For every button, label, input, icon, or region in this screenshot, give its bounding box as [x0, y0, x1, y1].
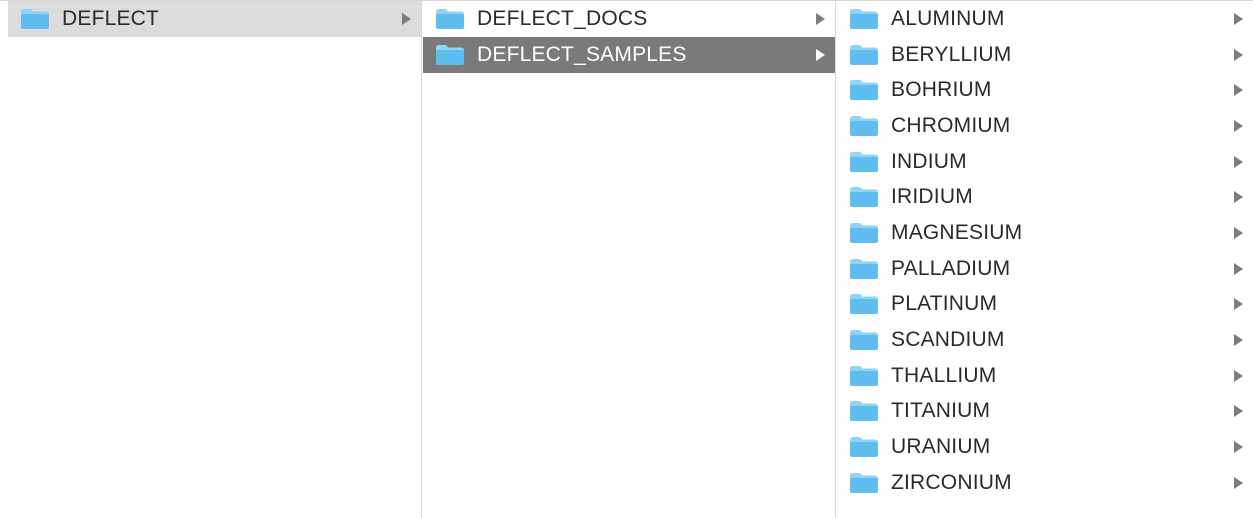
folder-icon [436, 9, 464, 29]
folder-item-label: DEFLECT [62, 7, 160, 30]
folder-item-platinum[interactable]: PLATINUM [837, 287, 1253, 323]
folder-icon [850, 258, 878, 279]
folder-item-label: BERYLLIUM [891, 42, 1012, 66]
chevron-right-icon [816, 13, 825, 25]
column-2[interactable]: DEFLECT_DOCS DEFLECT_SAMPLES [423, 1, 836, 518]
folder-item-label: PLATINUM [891, 292, 998, 316]
folder-icon [850, 80, 878, 101]
folder-icon [850, 330, 878, 351]
folder-item-label: URANIUM [891, 435, 991, 459]
chevron-right-icon [1234, 119, 1243, 132]
folder-item-uranium[interactable]: URANIUM [837, 429, 1253, 465]
folder-item-label: ALUMINUM [891, 6, 1005, 30]
folder-item-label: SCANDIUM [891, 328, 1005, 352]
folder-icon [850, 44, 878, 65]
folder-item-aluminum[interactable]: ALUMINUM [837, 1, 1253, 37]
chevron-right-icon [1234, 155, 1243, 168]
chevron-right-icon [816, 49, 825, 61]
folder-item-label: TITANIUM [891, 399, 991, 423]
chevron-right-icon [1234, 262, 1243, 275]
folder-item-magnesium[interactable]: MAGNESIUM [837, 215, 1253, 251]
folder-icon [850, 294, 878, 315]
chevron-right-icon [1234, 48, 1243, 61]
folder-item-label: DEFLECT_SAMPLES [477, 43, 687, 66]
chevron-right-icon [1234, 405, 1243, 418]
chevron-right-icon [1234, 476, 1243, 489]
chevron-right-icon [1234, 226, 1243, 239]
folder-item-label: DEFLECT_DOCS [477, 7, 648, 30]
folder-item-beryllium[interactable]: BERYLLIUM [837, 37, 1253, 73]
folder-item-label: MAGNESIUM [891, 220, 1023, 244]
folder-item-thallium[interactable]: THALLIUM [837, 358, 1253, 394]
folder-item-deflect-samples[interactable]: DEFLECT_SAMPLES [423, 37, 835, 73]
folder-item-chromium[interactable]: CHROMIUM [837, 108, 1253, 144]
chevron-right-icon [1234, 191, 1243, 204]
folder-item-label: THALLIUM [891, 363, 997, 387]
folder-item-zirconium[interactable]: ZIRCONIUM [837, 465, 1253, 501]
folder-item-deflect-docs[interactable]: DEFLECT_DOCS [423, 1, 835, 37]
folder-item-label: INDIUM [891, 149, 967, 173]
folder-icon [850, 472, 878, 493]
column-3[interactable]: ALUMINUM BERYLLIUM BOHRIUM CHROMIUM INDIUM IR… [837, 1, 1253, 518]
folder-icon [850, 151, 878, 172]
chevron-right-icon [1234, 298, 1243, 311]
folder-item-titanium[interactable]: TITANIUM [837, 394, 1253, 430]
folder-item-indium[interactable]: INDIUM [837, 144, 1253, 180]
chevron-right-icon [402, 13, 411, 25]
folder-item-label: BOHRIUM [891, 78, 992, 102]
folder-item-palladium[interactable]: PALLADIUM [837, 251, 1253, 287]
folder-icon [850, 437, 878, 458]
folder-icon [436, 45, 464, 65]
folder-icon [850, 187, 878, 208]
column-1[interactable]: DEFLECT [8, 1, 422, 518]
chevron-right-icon [1234, 12, 1243, 25]
folder-item-iridium[interactable]: IRIDIUM [837, 179, 1253, 215]
chevron-right-icon [1234, 441, 1243, 454]
folder-icon [21, 9, 49, 29]
folder-item-label: IRIDIUM [891, 185, 973, 209]
folder-icon [850, 222, 878, 243]
folder-item-bohrium[interactable]: BOHRIUM [837, 72, 1253, 108]
folder-icon [850, 365, 878, 386]
chevron-right-icon [1234, 334, 1243, 347]
folder-icon [850, 401, 878, 422]
folder-icon [850, 115, 878, 136]
folder-item-scandium[interactable]: SCANDIUM [837, 322, 1253, 358]
folder-icon [850, 8, 878, 29]
folder-item-label: CHROMIUM [891, 113, 1011, 137]
chevron-right-icon [1234, 369, 1243, 382]
folder-item-label: PALLADIUM [891, 256, 1011, 280]
folder-item-deflect[interactable]: DEFLECT [8, 1, 421, 37]
chevron-right-icon [1234, 84, 1243, 97]
folder-item-label: ZIRCONIUM [891, 470, 1012, 494]
